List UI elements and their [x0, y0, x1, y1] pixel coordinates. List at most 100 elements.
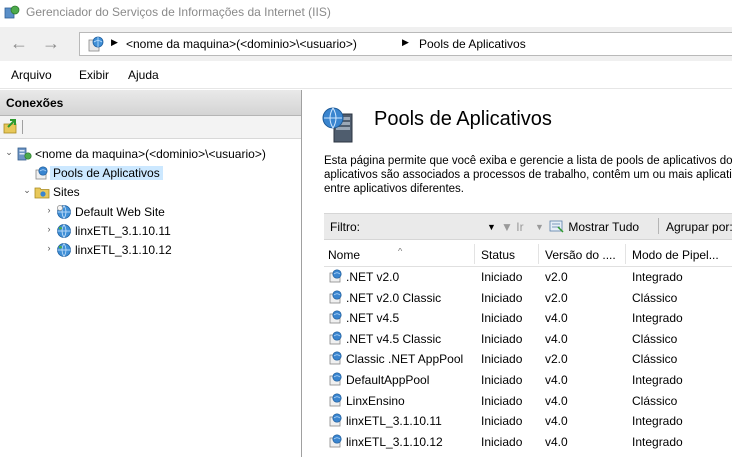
app-pool-icon: [328, 433, 344, 452]
app-pool-icon: [328, 412, 344, 431]
tree-node-linxetl-12-label: linxETL_3.1.10.12: [75, 243, 172, 257]
app-pool-mode: Clássico: [632, 331, 678, 346]
app-pool-status: Iniciado: [481, 393, 523, 408]
tree-node-server-label: <nome da maquina>(<dominio>\<usuario>): [35, 147, 266, 161]
go-dropdown-icon[interactable]: ▼: [535, 222, 544, 232]
collapse-chevron-icon[interactable]: ⌄: [22, 185, 32, 196]
show-all-button[interactable]: Mostrar Tudo: [549, 220, 639, 234]
app-pool-version: v4.0: [545, 414, 568, 429]
tree-node-sites-label: Sites: [53, 185, 80, 199]
breadcrumb-app-pools[interactable]: Pools de Aplicativos: [419, 37, 526, 51]
page-title: Pools de Aplicativos: [374, 108, 552, 130]
app-pool-row[interactable]: linxETL_3.1.10.11 Iniciado v4.0 Integrado: [324, 411, 732, 431]
forward-button[interactable]: →: [38, 34, 64, 54]
description-line: entre aplicativos diferentes.: [324, 183, 464, 195]
filter-bar: Filtro: ▼ ▼ Ir ▼ Mostrar Tudo Agrupar po…: [324, 213, 732, 240]
app-pool-icon: [328, 309, 344, 328]
app-pool-version: v4.0: [545, 311, 568, 326]
app-pool-status: Iniciado: [481, 311, 523, 326]
app-pool-row[interactable]: .NET v4.5 Classic Iniciado v4.0 Clássico: [324, 329, 732, 349]
breadcrumb-server[interactable]: <nome da maquina>(<dominio>\<usuario>): [126, 37, 357, 51]
app-pool-version: v2.0: [545, 270, 568, 284]
funnel-icon: ▼: [501, 220, 513, 234]
tree-node-app-pools-label: Pools de Aplicativos: [50, 166, 163, 180]
app-pool-mode: Integrado: [632, 270, 683, 284]
breadcrumb[interactable]: ▶ <nome da maquina>(<dominio>\<usuario>)…: [79, 32, 732, 56]
app-pool-status: Iniciado: [481, 331, 523, 346]
menu-bar: Arquivo Exibir Ajuda: [0, 62, 732, 89]
breadcrumb-chevron-icon: ▶: [111, 37, 118, 47]
app-pool-mode: Clássico: [632, 290, 678, 305]
menu-file[interactable]: Arquivo: [11, 68, 52, 82]
app-pool-mode: Clássico: [632, 352, 678, 367]
app-pool-name: linxETL_3.1.10.12: [346, 434, 443, 449]
tree-node-linxetl-12[interactable]: › linxETL_3.1.10.12: [44, 241, 301, 259]
column-pipeline-mode[interactable]: Modo de Pipel...: [632, 248, 732, 262]
app-pool-row[interactable]: DefaultAppPool Iniciado v4.0 Integrado: [324, 370, 732, 390]
app-pool-name: .NET v4.5: [346, 311, 400, 326]
app-pool-status: Iniciado: [481, 414, 523, 429]
expand-chevron-icon[interactable]: ›: [44, 205, 54, 215]
group-by-label[interactable]: Agrupar por:: [666, 220, 732, 234]
collapse-chevron-icon[interactable]: ⌄: [4, 147, 14, 158]
app-pool-version: v4.0: [545, 331, 568, 346]
tree-node-default-web-site[interactable]: › Default Web Site: [44, 203, 301, 221]
filter-input[interactable]: [376, 220, 482, 234]
app-pool-version: v2.0: [545, 290, 568, 305]
app-pool-status: Iniciado: [481, 373, 523, 387]
folder-icon: [34, 187, 50, 199]
app-pool-name: .NET v2.0: [346, 270, 400, 284]
column-separator[interactable]: [625, 244, 626, 264]
menu-help[interactable]: Ajuda: [128, 68, 159, 82]
globe-icon: [57, 243, 71, 257]
go-label: Ir: [516, 220, 524, 234]
app-pool-name: linxETL_3.1.10.11: [346, 414, 442, 429]
tree-node-sites[interactable]: ⌄ Sites: [22, 183, 301, 201]
app-pool-row[interactable]: .NET v2.0 Classic Iniciado v2.0 Clássico: [324, 288, 732, 308]
toolbar-separator: [22, 120, 23, 134]
connections-header: Conexões: [0, 90, 301, 116]
app-pool-icon: [328, 268, 344, 287]
tree-node-server[interactable]: ⌄ <nome da maquina>(<dominio>\<usuario>): [4, 145, 301, 163]
tree-node-linxetl-11-label: linxETL_3.1.10.11: [75, 224, 171, 238]
app-pool-row[interactable]: Classic .NET AppPool Iniciado v2.0 Clássico: [324, 349, 732, 369]
app-pool-name: DefaultAppPool: [346, 373, 430, 387]
tree-node-linxetl-11[interactable]: › linxETL_3.1.10.11: [44, 222, 301, 240]
filter-separator: [658, 218, 659, 234]
connect-icon[interactable]: [3, 119, 19, 134]
address-bar: ← → ▶ <nome da maquina>(<dominio>\<usuar…: [0, 27, 732, 61]
app-pool-row[interactable]: linxETL_3.1.10.12 Iniciado v4.0 Integrado: [324, 432, 732, 452]
column-version[interactable]: Versão do ....: [545, 248, 625, 262]
app-pool-icon: [328, 371, 344, 390]
sort-ascending-icon: ^: [398, 248, 403, 256]
column-separator[interactable]: [538, 244, 539, 264]
app-pool-row[interactable]: LinxEnsino Iniciado v4.0 Clássico: [324, 391, 732, 411]
column-separator[interactable]: [474, 244, 475, 264]
app-pool-version: v4.0: [545, 434, 568, 449]
app-pool-mode: Integrado: [632, 434, 683, 449]
go-button[interactable]: ▼ Ir: [501, 220, 524, 234]
app-pool-status: Iniciado: [481, 352, 523, 367]
app-pool-row[interactable]: .NET v2.0 Iniciado v2.0 Integrado: [324, 267, 732, 287]
breadcrumb-chevron-icon: ▶: [402, 37, 409, 47]
expand-chevron-icon[interactable]: ›: [44, 243, 54, 253]
description-line: aplicativos são associados a processos d…: [324, 169, 732, 181]
menu-view[interactable]: Exibir: [79, 68, 109, 82]
description-line: Esta página permite que você exiba e ger…: [324, 155, 732, 167]
column-name[interactable]: Nome ^: [328, 248, 468, 262]
forward-arrow-icon: →: [42, 33, 60, 53]
app-pool-mode: Clássico: [632, 393, 678, 408]
app-pool-name: Classic .NET AppPool: [346, 352, 464, 367]
back-button[interactable]: ←: [6, 34, 32, 54]
app-pool-name: .NET v2.0 Classic: [346, 290, 442, 305]
filter-dropdown-icon[interactable]: ▼: [487, 222, 496, 232]
server-icon: [17, 147, 32, 161]
app-pool-mode: Integrado: [632, 311, 683, 326]
filter-label: Filtro:: [330, 220, 360, 234]
column-status[interactable]: Status: [481, 248, 541, 262]
tree-node-app-pools[interactable]: Pools de Aplicativos: [22, 164, 301, 182]
app-pool-row[interactable]: .NET v4.5 Iniciado v4.0 Integrado: [324, 308, 732, 328]
app-pool-status: Iniciado: [481, 434, 523, 449]
expand-chevron-icon[interactable]: ›: [44, 224, 54, 234]
connections-title: Conexões: [6, 96, 64, 110]
